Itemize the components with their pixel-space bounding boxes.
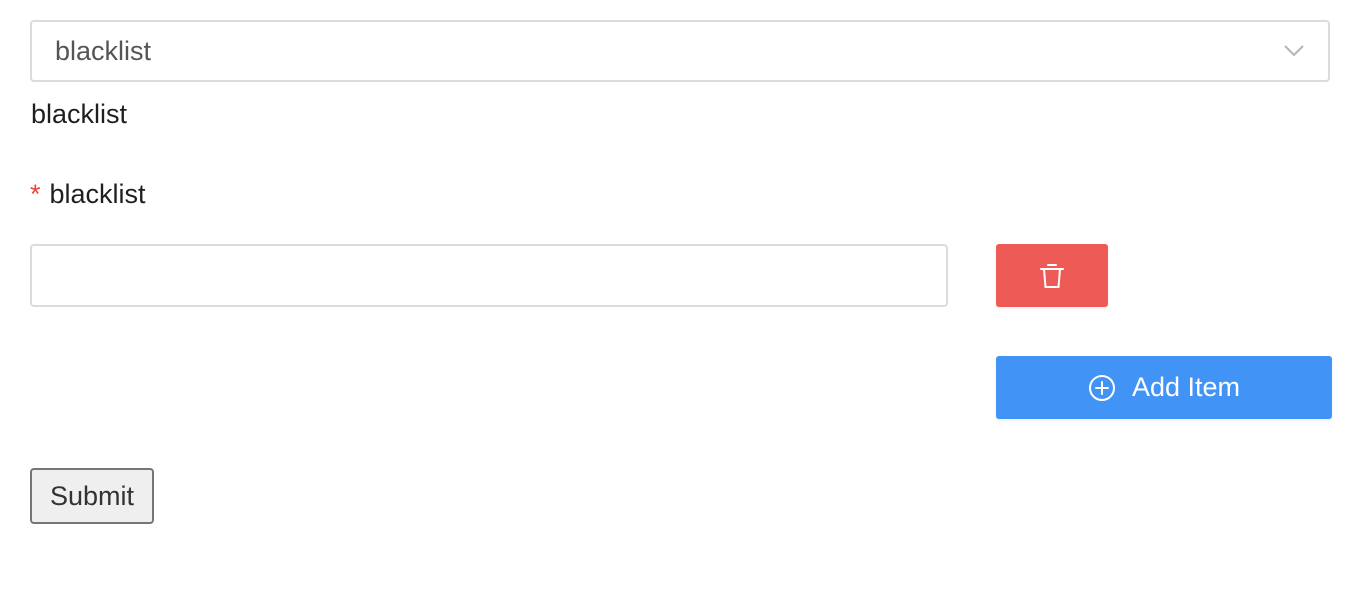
type-select[interactable]: blacklist (30, 20, 1330, 82)
delete-item-button[interactable] (996, 244, 1108, 307)
trash-icon (1039, 262, 1065, 290)
plus-circle-icon (1088, 374, 1116, 402)
field-label: * blacklist (30, 179, 146, 210)
required-marker: * (30, 179, 41, 209)
field-label-text: blacklist (49, 179, 146, 209)
submit-button[interactable]: Submit (30, 468, 154, 524)
type-select-value: blacklist (55, 35, 152, 66)
form-page: blacklist blacklist * blacklist Add Item… (0, 0, 1370, 590)
add-item-button[interactable]: Add Item (996, 356, 1332, 419)
blacklist-item-input[interactable] (30, 244, 948, 307)
chevron-down-icon (1282, 39, 1306, 63)
field-caption: blacklist (31, 99, 128, 129)
add-item-label: Add Item (1131, 372, 1241, 402)
